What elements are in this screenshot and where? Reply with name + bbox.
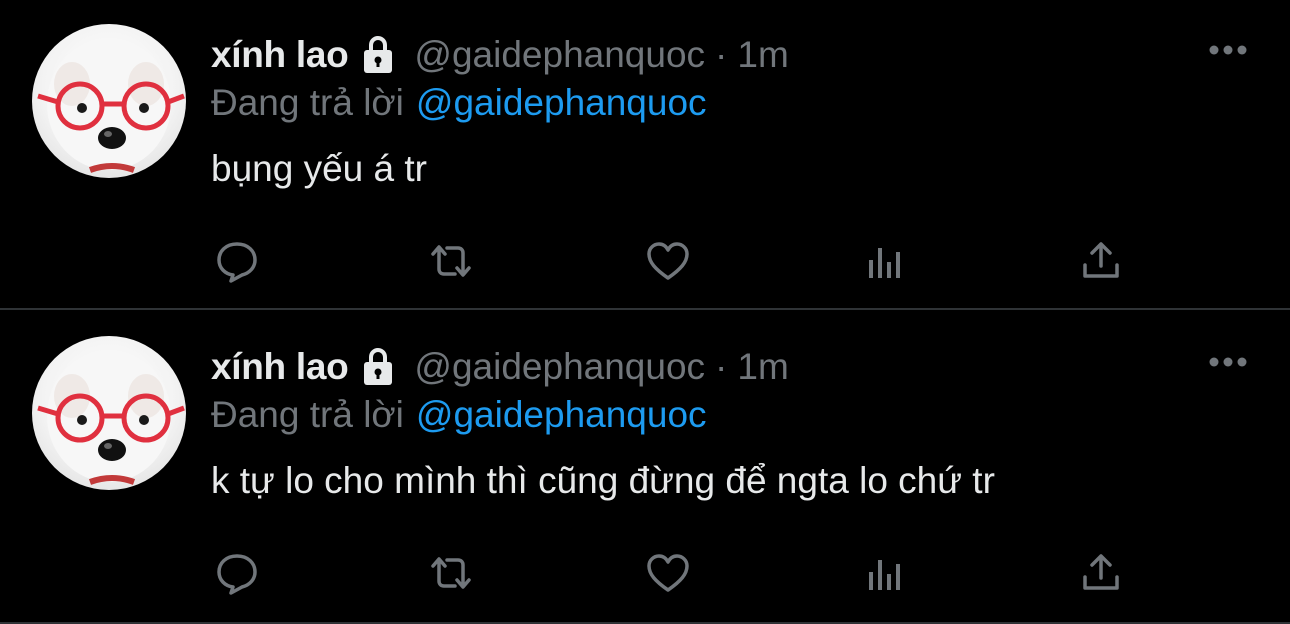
views-icon [869,248,900,278]
user-handle[interactable]: @gaidephanquoc [414,34,705,76]
tweet-text: bụng yếu á tr [211,148,427,189]
avatar-dog-image [37,350,185,485]
tweet[interactable]: xính lao @gaidephanquoc · 1m Đang trả lờ… [0,312,1290,624]
views-button[interactable] [861,550,909,596]
lock-icon [356,345,400,389]
views-icon [869,560,900,590]
like-button[interactable] [644,550,692,596]
tweet-text: k tự lo cho mình thì cũng đừng để ngta l… [211,460,995,501]
like-icon [647,242,689,280]
share-icon [1083,242,1119,278]
tweet-header: xính lao @gaidephanquoc · 1m [211,30,789,80]
retweet-button[interactable] [427,550,475,596]
more-icon [1209,357,1247,367]
display-name[interactable]: xính lao [211,34,349,76]
share-icon [1083,554,1119,590]
avatar[interactable] [32,336,186,490]
retweet-icon [431,245,471,277]
reply-prefix: Đang trả lời [211,82,404,123]
like-button[interactable] [644,238,692,284]
share-button[interactable] [1077,550,1125,596]
user-handle[interactable]: @gaidephanquoc [414,346,705,388]
separator-dot: · [715,346,728,387]
reply-context: Đang trả lời @gaidephanquoc [211,392,707,438]
timestamp[interactable]: 1m [737,34,788,76]
share-button[interactable] [1077,238,1125,284]
reply-button[interactable] [213,238,261,284]
reply-prefix: Đang trả lời [211,394,404,435]
tweet-actions [211,550,1131,596]
lock-icon [356,33,400,77]
like-icon [647,554,689,592]
retweet-button[interactable] [427,238,475,284]
tweet[interactable]: xính lao @gaidephanquoc · 1m Đang trả lờ… [0,0,1290,310]
reply-context: Đang trả lời @gaidephanquoc [211,80,707,126]
reply-icon [217,242,257,283]
tweet-actions [211,238,1131,284]
avatar-dog-image [37,38,185,173]
reply-target-link[interactable]: @gaidephanquoc [416,82,707,124]
separator-dot: · [715,34,728,75]
more-options-button[interactable] [1204,344,1252,380]
more-options-button[interactable] [1204,32,1252,68]
timestamp[interactable]: 1m [737,346,788,388]
reply-icon [217,554,257,595]
display-name[interactable]: xính lao [211,346,349,388]
views-button[interactable] [861,238,909,284]
reply-target-link[interactable]: @gaidephanquoc [416,394,707,436]
more-icon [1209,45,1247,55]
tweet-header: xính lao @gaidephanquoc · 1m [211,342,789,392]
avatar[interactable] [32,24,186,178]
retweet-icon [431,557,471,589]
reply-button[interactable] [213,550,261,596]
tweet-feed: xính lao @gaidephanquoc · 1m Đang trả lờ… [0,0,1290,624]
